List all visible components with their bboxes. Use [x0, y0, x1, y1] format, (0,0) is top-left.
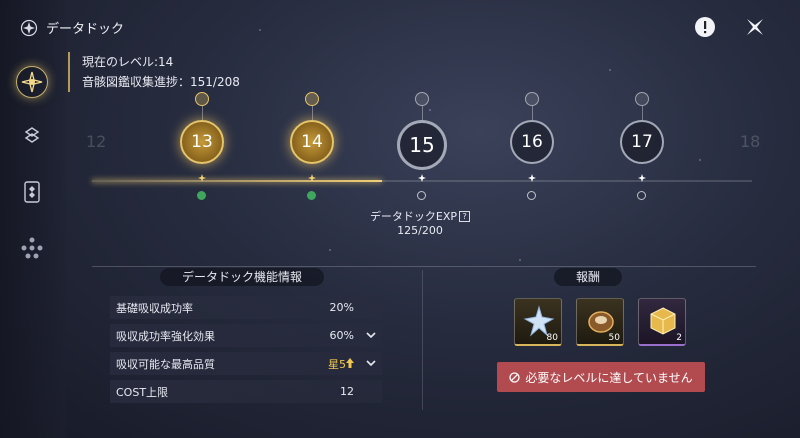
claim-label: 必要なレベルに達していません	[525, 370, 693, 385]
node-stem	[531, 106, 533, 120]
level-number: 15	[397, 120, 447, 170]
check-icon	[307, 191, 316, 200]
exp-label: データドックEXP	[369, 210, 458, 223]
level-number: 16	[510, 120, 554, 164]
chevron-down-icon[interactable]	[360, 360, 382, 367]
feature-label: 基礎吸収成功率	[116, 301, 193, 315]
sidebar-item-data-dock[interactable]	[16, 66, 48, 98]
sidebar-item-network[interactable]	[18, 234, 46, 262]
feature-list: 基礎吸収成功率 20% 吸収成功率強化効果 60% 吸収可能な最高品質 星5 C…	[110, 296, 382, 408]
feature-value: 20%	[329, 301, 354, 314]
node-stem	[421, 106, 423, 120]
column-divider	[422, 270, 423, 410]
data-dock-icon	[21, 71, 43, 93]
feature-row-rate-boost[interactable]: 吸収成功率強化効果 60%	[110, 324, 382, 347]
reward-count: 50	[608, 333, 620, 343]
reward-item[interactable]: 50	[576, 298, 624, 346]
page-title: データドック	[46, 22, 125, 37]
exclamation-icon	[695, 17, 715, 37]
level-number: 14	[290, 120, 334, 164]
collection-progress-text: 音骸図鑑収集進捗：151/208	[82, 75, 240, 89]
sparkle-icon	[308, 174, 316, 182]
level-node-13[interactable]: 13	[167, 92, 237, 202]
node-ornament	[635, 92, 649, 106]
network-icon	[21, 237, 43, 259]
title-bar: データドック	[20, 18, 124, 37]
features-section-title: データドック機能情報	[160, 268, 325, 286]
chevron-down-icon[interactable]	[360, 332, 382, 339]
level-node-16[interactable]: 16	[497, 92, 567, 202]
feature-label: COST上限	[116, 385, 169, 399]
rewards-section-title: 報酬	[554, 268, 623, 286]
exp-value: 125/200	[397, 224, 443, 237]
node-stem	[201, 106, 203, 120]
exp-help-button[interactable]: ?	[459, 211, 471, 222]
prohibited-icon	[509, 371, 520, 383]
reward-count: 2	[676, 333, 682, 343]
golden-cube-icon	[650, 307, 676, 335]
reward-list: 80 50 2	[514, 298, 686, 346]
reward-item[interactable]: 80	[514, 298, 562, 346]
current-level-text: 現在のレベル:14	[82, 55, 174, 69]
feature-row-max-quality[interactable]: 吸収可能な最高品質 星5	[110, 352, 382, 375]
quality-stars-text: 星5	[328, 357, 346, 371]
data-dock-logo-icon	[20, 19, 38, 36]
sparkle-icon	[638, 174, 646, 182]
feature-label: 吸収成功率強化効果	[116, 329, 215, 343]
tuning-icon	[24, 127, 40, 143]
section-divider	[92, 266, 756, 267]
exp-block: データドックEXP? 125/200	[330, 208, 510, 237]
node-ornament	[525, 92, 539, 106]
feature-value: 60%	[329, 329, 354, 342]
sidebar-item-cards[interactable]	[18, 178, 46, 206]
claim-reward-button[interactable]: 必要なレベルに達していません	[497, 362, 705, 392]
reward-item[interactable]: 2	[638, 298, 686, 346]
node-stem	[641, 106, 643, 120]
level-number: 17	[620, 120, 664, 164]
arrow-up-icon	[346, 357, 354, 368]
level-node-14[interactable]: 14	[277, 92, 347, 202]
feature-row-cost-limit: COST上限 12	[110, 380, 382, 403]
node-ornament	[195, 92, 209, 106]
feature-label: 吸収可能な最高品質	[116, 357, 215, 371]
node-ornament	[415, 92, 429, 106]
ghost-level-previous: 12	[86, 132, 107, 151]
sparkle-icon	[528, 174, 536, 182]
level-node-17[interactable]: 17	[607, 92, 677, 202]
level-number: 13	[180, 120, 224, 164]
reward-count: 80	[546, 333, 558, 343]
sparkle-icon	[418, 174, 426, 182]
ghost-level-next: 18	[740, 132, 761, 151]
check-icon	[197, 191, 206, 200]
close-icon	[747, 19, 763, 35]
sidebar-item-tuning[interactable]	[18, 122, 46, 150]
empty-circle-icon	[527, 191, 536, 200]
empty-circle-icon	[417, 191, 426, 200]
empty-circle-icon	[637, 191, 646, 200]
node-stem	[311, 106, 313, 120]
sparkle-icon	[198, 174, 206, 182]
info-button[interactable]	[694, 16, 716, 38]
feature-value: 12	[340, 385, 354, 398]
card-icon	[24, 181, 40, 203]
sidebar	[0, 0, 66, 438]
feature-value: 星5	[300, 356, 360, 372]
node-ornament	[305, 92, 319, 106]
feature-row-base-rate: 基礎吸収成功率 20%	[110, 296, 382, 319]
close-button[interactable]	[744, 16, 766, 38]
level-node-15[interactable]: 15	[387, 92, 457, 202]
level-info: 現在のレベル:14 音骸図鑑収集進捗：151/208	[68, 52, 240, 92]
